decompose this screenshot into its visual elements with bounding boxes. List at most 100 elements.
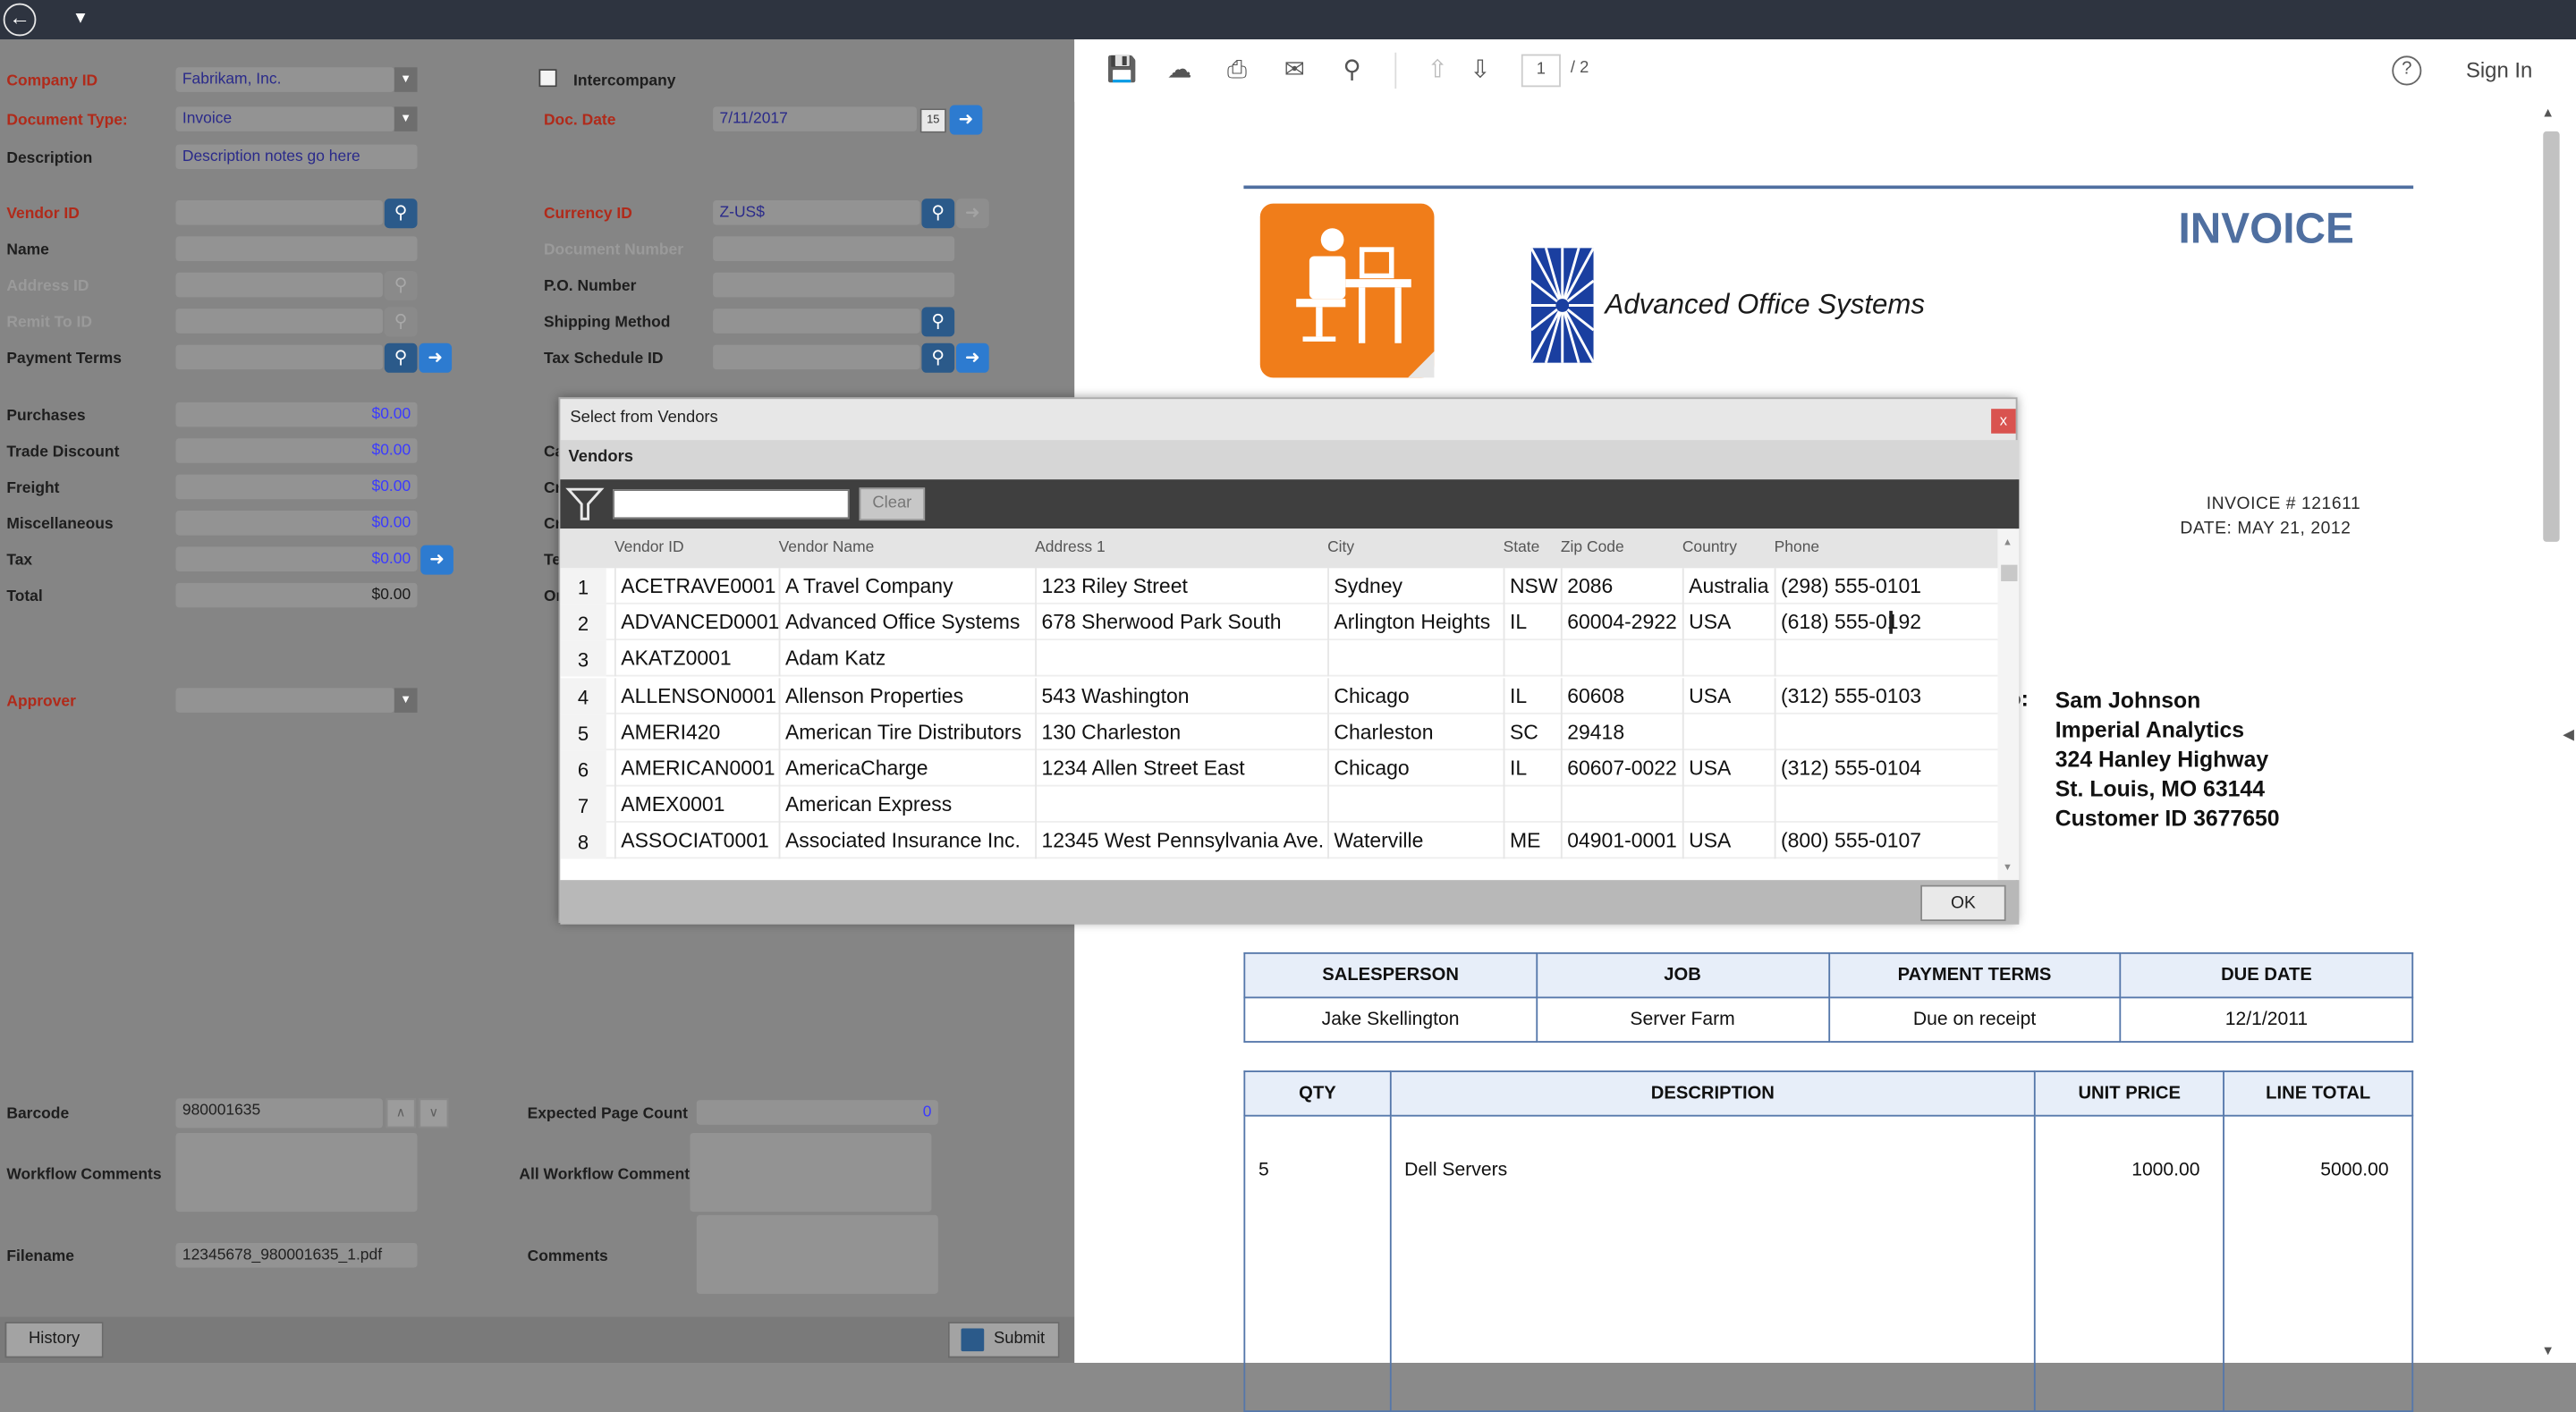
column-header[interactable]: Vendor Name [779, 538, 875, 556]
tax-schedule-id-field[interactable] [713, 344, 920, 370]
chevron-down-icon[interactable]: ▼ [394, 67, 418, 92]
table-row[interactable]: 2 ADVANCED0001 Advanced Office Systems 678 … [560, 605, 1998, 641]
shipping-method-field[interactable] [713, 309, 920, 334]
scrollbar-thumb[interactable] [2543, 131, 2560, 542]
up-arrow-icon[interactable]: ∧ [386, 1098, 416, 1129]
column-header[interactable]: Address 1 [1035, 538, 1106, 556]
collapse-arrow-icon[interactable]: ◀ [2563, 726, 2574, 744]
viewer-scrollbar[interactable]: ▲ ▼ [2536, 101, 2566, 1364]
table-row[interactable]: 3 AKATZ0001 Adam Katz [560, 640, 1998, 678]
mail-icon[interactable]: ✉ [1278, 55, 1311, 88]
expected-page-count-field[interactable]: 0 [696, 1100, 938, 1125]
help-circle-icon[interactable]: ? [2392, 55, 2422, 86]
clear-button[interactable]: Clear [859, 487, 926, 521]
description-field[interactable]: Description notes go here [175, 144, 418, 170]
approver-select[interactable] [175, 688, 394, 713]
scroll-up-icon[interactable]: ▲ [2541, 106, 2555, 121]
select-vendors-dialog: Select from Vendors x Vendors Clear Vend… [558, 397, 2020, 925]
vendor-search-icon[interactable]: ⚲ [384, 199, 418, 229]
name-field[interactable] [175, 236, 418, 261]
freight-field[interactable]: $0.00 [175, 474, 418, 500]
workflow-comments-field[interactable] [175, 1132, 418, 1213]
cell-phone [1774, 786, 1929, 824]
scrollbar-thumb[interactable] [2001, 564, 2018, 581]
table-row[interactable]: 8 ASSOCIAT0001 Associated Insurance Inc. 12… [560, 823, 1998, 860]
bill-to-customer-id: Customer ID 3677650 [2055, 806, 2280, 832]
cell-country [1682, 786, 1775, 824]
column-header[interactable]: State [1504, 538, 1540, 556]
cell-zip: 60608 [1560, 677, 1682, 714]
column-header[interactable]: Vendor ID [614, 538, 684, 556]
tab-vendors[interactable]: Vendors [560, 440, 2020, 480]
doc-date-field[interactable]: 7/11/2017 [713, 106, 917, 131]
payment-terms-search-icon[interactable]: ⚲ [384, 342, 418, 373]
all-workflow-comments-field[interactable] [690, 1132, 932, 1213]
currency-search-icon[interactable]: ⚲ [921, 199, 955, 229]
chevron-down-icon[interactable]: ▼ [394, 688, 418, 713]
table-row[interactable]: 4 ALLENSON0001 Allenson Properties 543 Wash… [560, 677, 1998, 714]
document-number-field[interactable] [713, 236, 955, 261]
miscellaneous-field[interactable]: $0.00 [175, 511, 418, 536]
table-row[interactable]: 5 AMERI420 American Tire Distributors 130 C… [560, 714, 1998, 750]
ok-button[interactable]: OK [1920, 884, 2006, 922]
search-icon[interactable]: ⚲ [1335, 55, 1368, 88]
grid-scrollbar[interactable]: ▲ ▼ [1997, 528, 2020, 881]
caret-down-icon[interactable]: ▼ [72, 10, 89, 28]
calendar-icon[interactable]: 15 [919, 108, 946, 133]
company-id-select[interactable]: Fabrikam, Inc. [175, 67, 394, 92]
page-down-icon[interactable]: ⇩ [1464, 55, 1497, 88]
print-icon[interactable]: ⎙ [1221, 55, 1254, 88]
submit-button[interactable]: Submit [947, 1322, 1060, 1358]
cell-address [1035, 786, 1327, 824]
barcode-field[interactable]: 980001635 [175, 1098, 383, 1129]
trade-discount-field[interactable]: $0.00 [175, 438, 418, 463]
arrow-right-icon[interactable]: ➜ [420, 545, 453, 575]
history-button[interactable]: History [4, 1322, 104, 1358]
dialog-footer: OK [560, 880, 2020, 925]
sign-in-link[interactable]: Sign In [2466, 57, 2532, 82]
column-header[interactable]: Phone [1775, 538, 1819, 556]
down-arrow-icon[interactable]: ∨ [419, 1098, 449, 1129]
scroll-down-icon[interactable]: ▼ [2003, 864, 2012, 874]
save-icon[interactable]: 💾 [1106, 55, 1139, 88]
back-arrow-icon[interactable]: ← [3, 3, 37, 37]
filename-field[interactable]: 12345678_980001635_1.pdf [175, 1242, 418, 1268]
column-header[interactable]: Zip Code [1561, 538, 1624, 556]
scroll-up-icon[interactable]: ▲ [2003, 538, 2012, 548]
cell-state: IL [1503, 677, 1561, 714]
filter-input[interactable] [613, 489, 850, 520]
document-type-select[interactable]: Invoice [175, 106, 394, 131]
po-number-field[interactable] [713, 272, 955, 298]
close-icon[interactable]: x [1991, 409, 2016, 434]
chevron-down-icon[interactable]: ▼ [394, 106, 418, 131]
table-row[interactable]: 6 AMERICAN0001 AmericaCharge 1234 Allen Str… [560, 750, 1998, 787]
row-number: 4 [560, 677, 606, 714]
intercompany-checkbox[interactable] [538, 69, 557, 88]
table-row[interactable]: 1 ACETRAVE0001 A Travel Company 123 Riley S… [560, 568, 1998, 605]
comments-field[interactable] [696, 1214, 938, 1294]
bill-to-company: Imperial Analytics [2055, 717, 2245, 742]
tax-field[interactable]: $0.00 [175, 546, 418, 571]
cell-city: Sydney [1327, 568, 1504, 605]
arrow-right-icon[interactable]: ➜ [955, 342, 989, 373]
upload-icon[interactable]: ☁ [1163, 55, 1196, 88]
arrow-right-icon[interactable]: ➜ [419, 342, 453, 373]
shipping-method-label: Shipping Method [543, 313, 671, 332]
column-header[interactable]: Country [1682, 538, 1737, 556]
payment-terms-field[interactable] [175, 344, 383, 370]
shipping-search-icon[interactable]: ⚲ [921, 307, 955, 337]
terms-header: SALESPERSON [1243, 951, 1538, 999]
scroll-down-icon[interactable]: ▼ [2541, 1343, 2555, 1358]
vendor-id-field[interactable] [175, 200, 383, 225]
address-id-field[interactable] [175, 272, 383, 298]
remit-to-id-field[interactable] [175, 309, 383, 334]
currency-id-field[interactable]: Z-US$ [713, 200, 920, 225]
purchases-field[interactable]: $0.00 [175, 402, 418, 427]
arrow-right-icon[interactable]: ➜ [949, 105, 983, 135]
tax-schedule-search-icon[interactable]: ⚲ [921, 342, 955, 373]
table-row[interactable]: 7 AMEX0001 American Express [560, 786, 1998, 824]
page-up-icon[interactable]: ⇧ [1421, 55, 1454, 88]
column-header[interactable]: City [1327, 538, 1354, 556]
page-number-input[interactable]: 1 [1521, 54, 1561, 88]
filter-funnel-icon[interactable] [565, 485, 605, 524]
